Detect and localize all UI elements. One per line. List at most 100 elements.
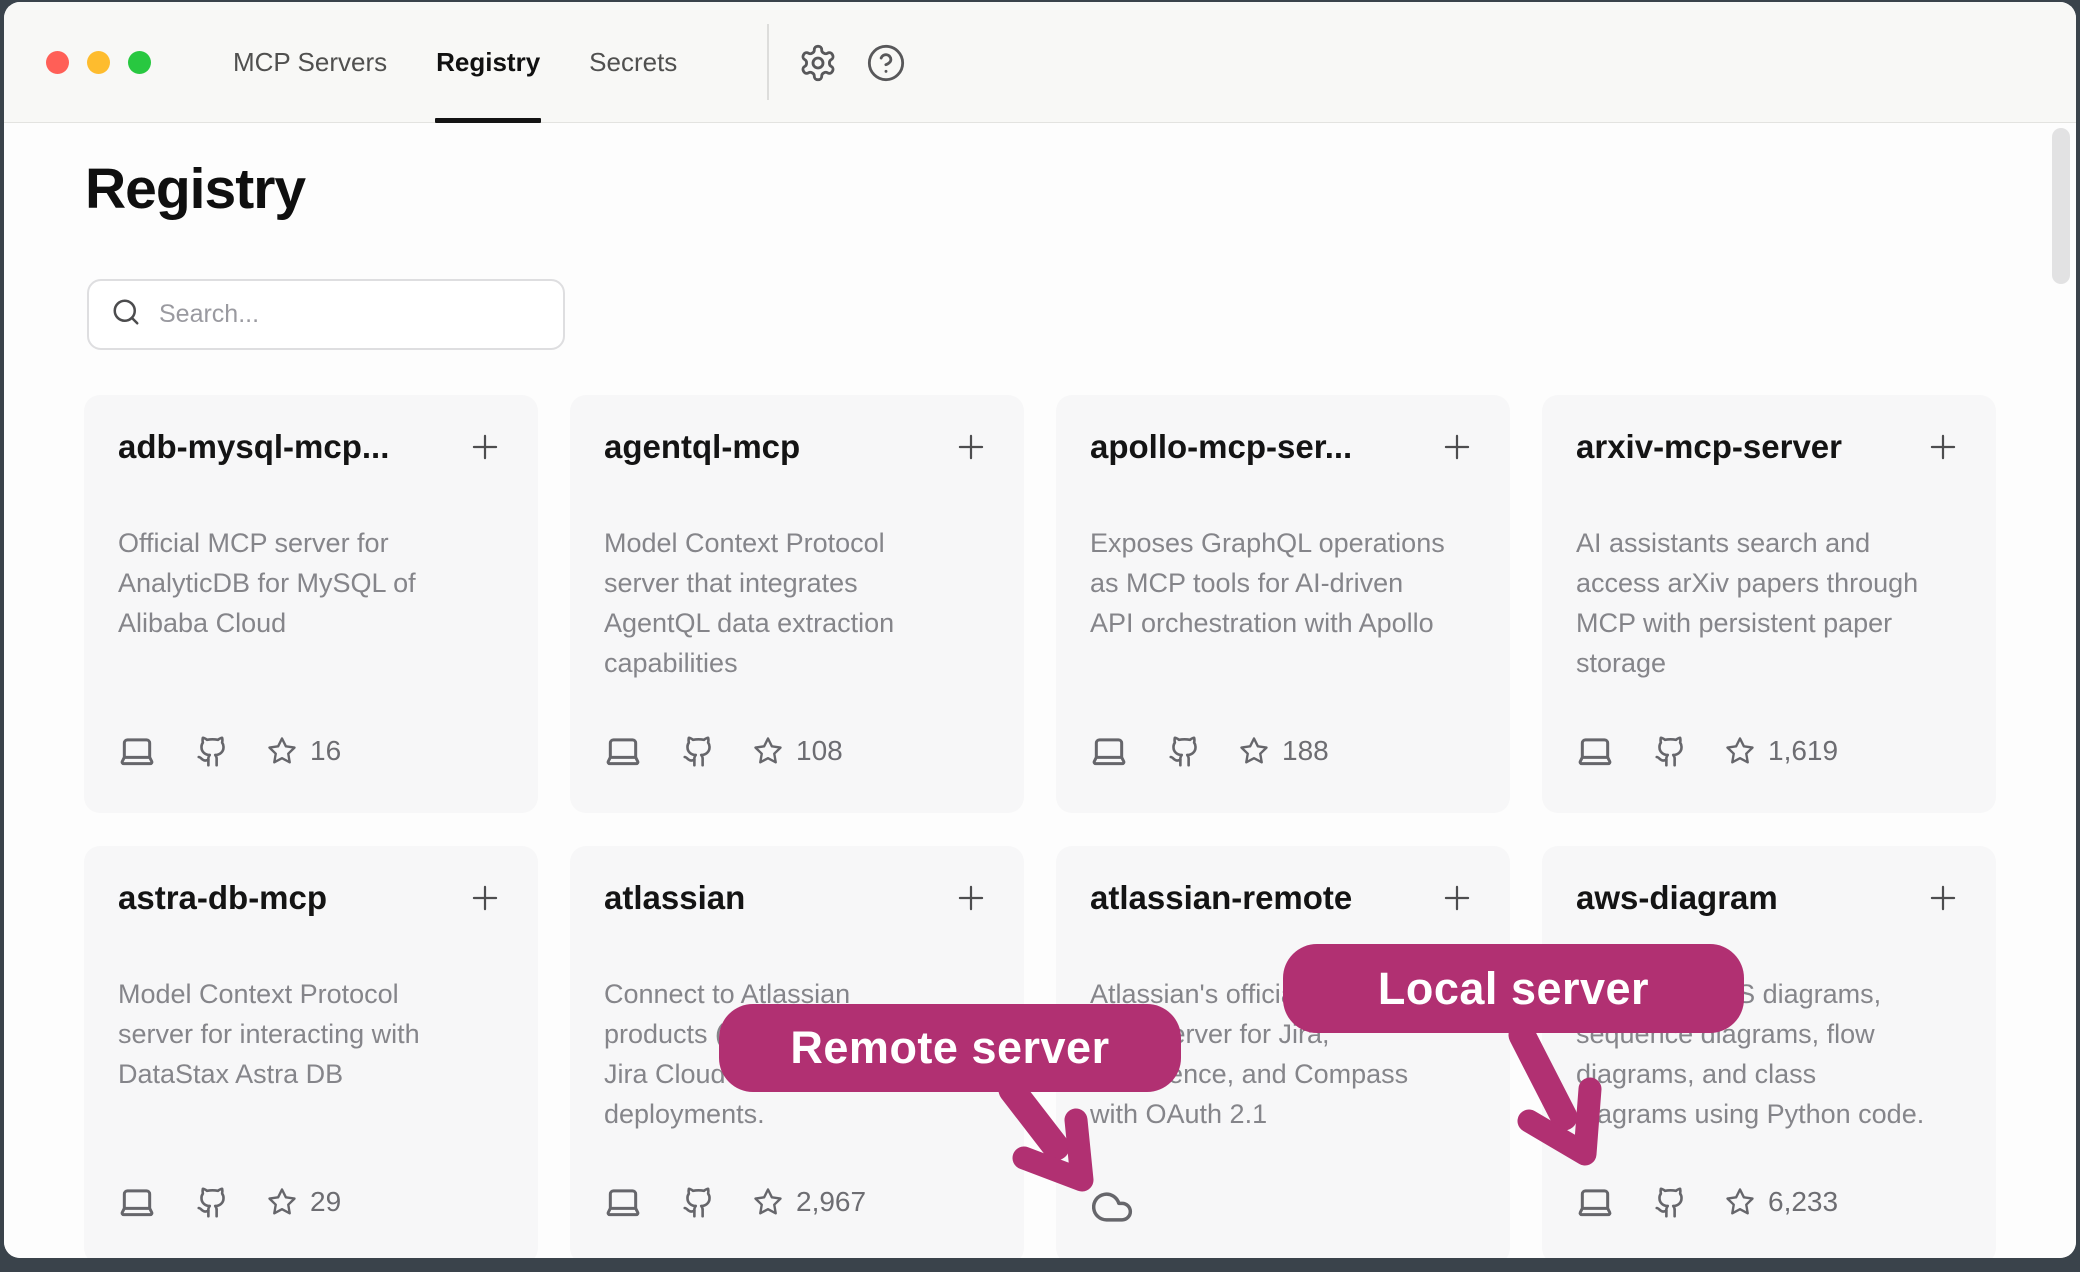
page-title: Registry: [85, 156, 305, 222]
tab-secrets[interactable]: Secrets: [589, 2, 677, 123]
desktop: { "topbar": { "tabs": [ { "label": "MCP …: [0, 0, 2080, 1272]
plus-icon: [466, 454, 504, 469]
server-card[interactable]: astra-db-mcp Model Context Protocol serv…: [84, 846, 538, 1258]
server-name: agentql-mcp: [604, 425, 800, 469]
help-button[interactable]: [866, 43, 906, 83]
server-card[interactable]: arxiv-mcp-server AI assistants search an…: [1542, 395, 1996, 813]
title-bar: MCP Servers Registry Secrets: [4, 2, 2076, 123]
help-icon: [866, 71, 906, 86]
star-count: 188: [1282, 735, 1329, 767]
star-count: 108: [796, 735, 843, 767]
server-name: arxiv-mcp-server: [1576, 425, 1842, 469]
star-icon: [753, 736, 783, 766]
server-name: apollo-mcp-ser...: [1090, 425, 1352, 469]
card-header: agentql-mcp: [604, 425, 990, 469]
zoom-window-button[interactable]: [128, 51, 151, 74]
minimize-window-button[interactable]: [87, 51, 110, 74]
card-header: apollo-mcp-ser...: [1090, 425, 1476, 469]
card-footer: 29: [118, 1180, 504, 1224]
laptop-icon: [604, 1183, 642, 1221]
github-icon: [682, 735, 715, 768]
star-icon: [753, 1187, 783, 1217]
card-footer: 6,233: [1576, 1180, 1962, 1224]
scrollbar-thumb[interactable]: [2052, 128, 2070, 284]
laptop-icon: [118, 1183, 156, 1221]
card-footer: 2,967: [604, 1180, 990, 1224]
settings-button[interactable]: [798, 43, 838, 83]
gear-icon: [798, 71, 838, 86]
add-server-button[interactable]: [952, 428, 990, 466]
add-server-button[interactable]: [1438, 879, 1476, 917]
laptop-icon: [1576, 1183, 1614, 1221]
github-icon: [682, 1186, 715, 1219]
server-description: Official MCP server for AnalyticDB for M…: [118, 523, 504, 643]
card-header: arxiv-mcp-server: [1576, 425, 1962, 469]
star-icon: [1725, 736, 1755, 766]
server-name: aws-diagram: [1576, 876, 1778, 920]
star-icon: [1725, 1187, 1755, 1217]
github-stars: 29: [267, 1186, 341, 1218]
card-footer: 1,619: [1576, 729, 1962, 773]
plus-icon: [1924, 905, 1962, 920]
github-stars: 6,233: [1725, 1186, 1838, 1218]
card-footer: 16: [118, 729, 504, 773]
plus-icon: [952, 905, 990, 920]
server-card[interactable]: atlassian-remote Atlassian's official MC…: [1056, 846, 1510, 1258]
github-icon: [196, 1186, 229, 1219]
close-window-button[interactable]: [46, 51, 69, 74]
server-description: Connect to Atlassian products (Confluenc…: [604, 974, 990, 1134]
server-card[interactable]: atlassian Connect to Atlassian products …: [570, 846, 1024, 1258]
laptop-icon: [1576, 732, 1614, 770]
server-name: astra-db-mcp: [118, 876, 327, 920]
traffic-lights: [46, 51, 151, 74]
plus-icon: [1438, 905, 1476, 920]
github-icon: [196, 735, 229, 768]
github-stars: 16: [267, 735, 341, 767]
star-icon: [267, 1187, 297, 1217]
server-name: atlassian: [604, 876, 745, 920]
laptop-icon: [118, 732, 156, 770]
search-icon: [111, 297, 141, 332]
star-icon: [267, 736, 297, 766]
search-box[interactable]: [87, 279, 565, 350]
server-description: Atlassian's official MCP server for Jira…: [1090, 974, 1476, 1134]
laptop-icon: [1090, 732, 1128, 770]
toolbar-divider: [767, 24, 769, 100]
card-header: aws-diagram: [1576, 876, 1962, 920]
card-header: atlassian: [604, 876, 990, 920]
main-tabs: MCP Servers Registry Secrets: [233, 2, 677, 123]
server-name: atlassian-remote: [1090, 876, 1352, 920]
github-stars: 108: [753, 735, 843, 767]
server-description: Exposes GraphQL operations as MCP tools …: [1090, 523, 1476, 643]
star-count: 6,233: [1768, 1186, 1838, 1218]
add-server-button[interactable]: [466, 879, 504, 917]
card-footer: 108: [604, 729, 990, 773]
server-description: Generate AWS diagrams, sequence diagrams…: [1576, 974, 1962, 1134]
star-count: 16: [310, 735, 341, 767]
star-icon: [1239, 736, 1269, 766]
server-description: AI assistants search and access arXiv pa…: [1576, 523, 1962, 683]
plus-icon: [952, 454, 990, 469]
tab-mcp-servers[interactable]: MCP Servers: [233, 2, 387, 123]
add-server-button[interactable]: [1924, 879, 1962, 917]
cloud-icon: [1090, 1175, 1134, 1229]
server-card[interactable]: aws-diagram Generate AWS diagrams, seque…: [1542, 846, 1996, 1258]
server-card[interactable]: adb-mysql-mcp... Official MCP server for…: [84, 395, 538, 813]
add-server-button[interactable]: [466, 428, 504, 466]
card-footer: [1090, 1180, 1476, 1224]
card-header: adb-mysql-mcp...: [118, 425, 504, 469]
add-server-button[interactable]: [952, 879, 990, 917]
github-icon: [1654, 1186, 1687, 1219]
plus-icon: [1438, 454, 1476, 469]
add-server-button[interactable]: [1438, 428, 1476, 466]
star-count: 29: [310, 1186, 341, 1218]
star-count: 2,967: [796, 1186, 866, 1218]
plus-icon: [1924, 454, 1962, 469]
tab-registry[interactable]: Registry: [436, 2, 540, 123]
search-input[interactable]: [159, 300, 541, 329]
github-stars: 2,967: [753, 1186, 866, 1218]
server-card[interactable]: agentql-mcp Model Context Protocol serve…: [570, 395, 1024, 813]
add-server-button[interactable]: [1924, 428, 1962, 466]
server-description: Model Context Protocol server that integ…: [604, 523, 990, 683]
server-card[interactable]: apollo-mcp-ser... Exposes GraphQL operat…: [1056, 395, 1510, 813]
